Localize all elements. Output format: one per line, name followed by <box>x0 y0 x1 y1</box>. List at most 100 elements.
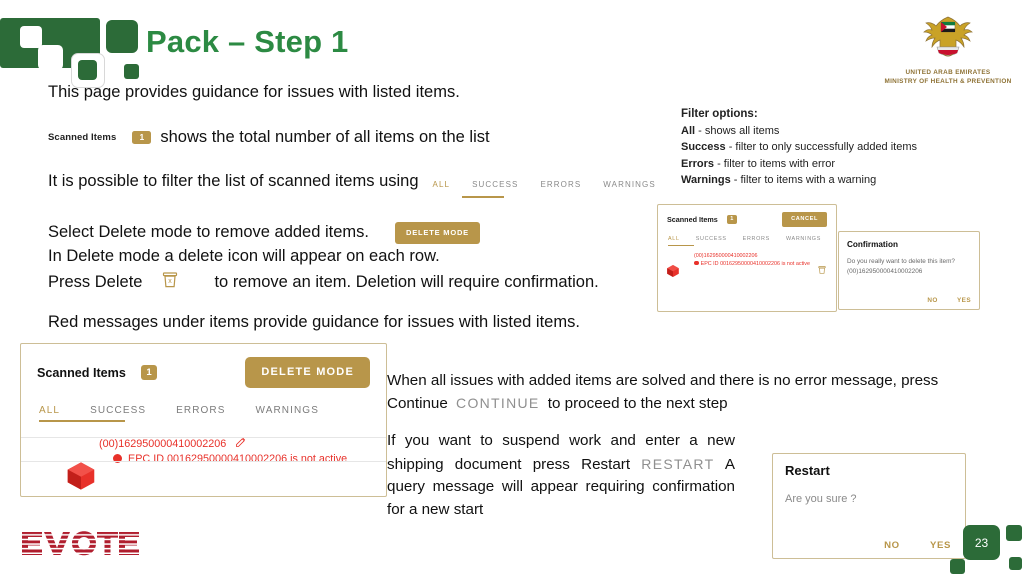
filter-option-warnings-desc: - filter to items with a warning <box>730 174 877 186</box>
page-number-badge: 23 <box>963 525 1000 560</box>
restart-button-ghost[interactable]: RESTART <box>641 456 714 472</box>
filter-options-heading: Filter options: <box>681 108 758 120</box>
mini-row-trash-icon[interactable] <box>817 262 827 280</box>
item-code-text: (00)162950000410002206 <box>99 438 227 450</box>
scanned-items-explanation: Scanned Items 1 shows the total number o… <box>48 128 490 147</box>
panel-header: Scanned Items 1 DELETE MODE <box>21 344 386 388</box>
mini-scanned-items-panel: Scanned Items 1 CANCEL ALL SUCCESS ERROR… <box>657 204 837 312</box>
item-code: (00)162950000410002206 <box>99 436 386 450</box>
scanned-items-panel: Scanned Items 1 DELETE MODE ALL SUCCESS … <box>20 343 387 497</box>
delete-mode-line-1: Select Delete mode to remove added items… <box>48 222 480 244</box>
confirmation-yes-button[interactable]: YES <box>957 297 971 304</box>
inline-filter-tabs: ALL SUCCESS ERRORS WARNINGS <box>433 180 678 189</box>
inline-tab-all[interactable]: ALL <box>433 180 451 189</box>
svg-text:x: x <box>169 278 173 285</box>
emblem-line-1: UNITED ARAB EMIRATES <box>905 69 991 76</box>
evoteq-logo <box>22 531 150 557</box>
delete-mode-line-3: Press Delete x to remove an item. Deleti… <box>48 270 599 295</box>
mini-panel-item-row: (00)162950000410002206 EPC ID 0016295000… <box>658 242 836 277</box>
panel-count-badge: 1 <box>140 364 158 381</box>
item-error-text: EPC ID 00162950000410002206 is not activ… <box>128 453 348 465</box>
restart-no-button[interactable]: NO <box>884 540 900 551</box>
decorative-green-blocks <box>0 18 145 90</box>
restart-dialog: Restart Are you sure ? NO YES <box>772 453 966 559</box>
mini-panel-cancel-button[interactable]: CANCEL <box>782 212 827 227</box>
inline-tab-warnings[interactable]: WARNINGS <box>603 180 656 189</box>
delete-mode-button[interactable]: DELETE MODE <box>245 357 370 388</box>
deco-green-square-large <box>106 20 138 53</box>
filter-option-warnings-name: Warnings <box>681 174 731 186</box>
confirmation-no-button[interactable]: NO <box>927 297 937 304</box>
filter-explanation: It is possible to filter the list of sca… <box>48 172 678 191</box>
deco-white-square-2 <box>38 45 63 70</box>
confirmation-title: Confirmation <box>847 240 898 249</box>
filter-option-warnings: Warnings - filter to items with a warnin… <box>681 172 917 189</box>
inline-tab-success[interactable]: SUCCESS <box>472 180 518 189</box>
scanned-items-count-badge: 1 <box>132 131 152 144</box>
emblem-line-2: MINISTRY OF HEALTH & PREVENTION <box>884 77 1012 85</box>
press-delete-text: Press Delete <box>48 273 143 291</box>
filter-option-errors-name: Errors <box>681 157 715 170</box>
filter-options-block: Filter options: All - shows all items Su… <box>681 106 917 189</box>
deco-green-square-small <box>124 64 139 79</box>
page-deco-square-1 <box>1006 525 1022 541</box>
panel-row-divider <box>21 461 386 462</box>
filter-option-errors: Errors - filter to items with error <box>681 156 917 173</box>
delete-mode-text-1: Select Delete mode to remove added items… <box>48 223 370 242</box>
page-deco-square-2 <box>1009 557 1022 570</box>
mini-panel-tabs: ALL SUCCESS ERRORS WARNINGS <box>658 227 836 246</box>
evoteq-wordmark-icon <box>22 531 139 556</box>
press-delete-text-rest: to remove an item. Deletion will require… <box>214 273 599 291</box>
filter-option-all-desc: - shows all items <box>695 124 780 137</box>
filter-option-all: All - shows all items <box>681 123 917 140</box>
mini-item-error-text: EPC ID 00162950000410002206 is not activ… <box>700 260 810 267</box>
table-row: (00)162950000410002206 EPC ID 0016295000… <box>21 416 386 490</box>
confirmation-dialog: Confirmation Do you really want to delet… <box>838 231 980 310</box>
continue-text-b: to proceed to the next step <box>547 395 728 412</box>
uae-emblem: UNITED ARAB EMIRATES MINISTRY OF HEALTH … <box>880 14 1016 85</box>
tab-all[interactable]: ALL <box>39 405 60 416</box>
continue-paragraph: When all issues with added items are sol… <box>387 370 987 415</box>
trash-icon: x <box>160 270 180 295</box>
confirmation-body: Do you really want to delete this item? … <box>847 258 955 275</box>
falcon-emblem-icon <box>923 16 973 57</box>
scanned-items-label: Scanned Items <box>48 132 117 143</box>
delete-mode-line-2: In Delete mode a delete icon will appear… <box>48 247 440 265</box>
package-icon <box>666 264 680 283</box>
filter-option-success-name: Success <box>681 141 726 153</box>
mini-item-code: (00)162950000410002206 <box>694 252 758 259</box>
restart-dialog-title: Restart <box>785 463 830 478</box>
mini-panel-header: Scanned Items 1 CANCEL <box>658 205 836 227</box>
intro-paragraph: This page provides guidance for issues w… <box>48 83 460 101</box>
restart-yes-button[interactable]: YES <box>930 540 951 551</box>
confirmation-actions: NO YES <box>910 297 971 304</box>
tab-success[interactable]: SUCCESS <box>90 405 146 416</box>
continue-button-ghost[interactable]: CONTINUE <box>456 395 540 411</box>
deco-white-square-1 <box>20 26 42 48</box>
slide-root: Pack – Step 1 UNITED ARAB EMIRATES MINIS… <box>0 0 1024 576</box>
restart-dialog-body: Are you sure ? <box>785 493 857 505</box>
mini-item-error: EPC ID 00162950000410002206 is not activ… <box>694 261 828 269</box>
page-deco-square-3 <box>950 559 965 574</box>
edit-icon[interactable] <box>235 436 247 448</box>
red-messages-paragraph: Red messages under items provide guidanc… <box>48 313 580 331</box>
tab-errors[interactable]: ERRORS <box>176 405 225 416</box>
item-error: EPC ID 00162950000410002206 is not activ… <box>99 453 386 466</box>
panel-tabs: ALL SUCCESS ERRORS WARNINGS <box>21 388 386 422</box>
filter-option-errors-desc: - filter to items with error <box>714 157 836 170</box>
restart-paragraph: If you want to suspend work and enter a … <box>387 430 735 521</box>
filter-option-all-name: All <box>681 124 696 137</box>
scanned-items-description: shows the total number of all items on t… <box>160 128 490 146</box>
page-title: Pack – Step 1 <box>146 24 349 59</box>
filter-explanation-text: It is possible to filter the list of sca… <box>48 172 419 190</box>
package-icon <box>65 460 97 497</box>
inline-tab-errors[interactable]: ERRORS <box>540 180 581 189</box>
delete-mode-button-inline[interactable]: DELETE MODE <box>395 222 480 244</box>
filter-option-success: Success - filter to only successfully ad… <box>681 139 917 156</box>
error-dot-icon <box>694 260 699 266</box>
panel-title: Scanned Items <box>37 365 126 380</box>
filter-option-success-desc: - filter to only successfully added item… <box>725 141 918 153</box>
tab-warnings[interactable]: WARNINGS <box>256 405 319 416</box>
inline-tab-active-underline <box>462 196 504 198</box>
mini-panel-count-badge: 1 <box>726 214 737 225</box>
